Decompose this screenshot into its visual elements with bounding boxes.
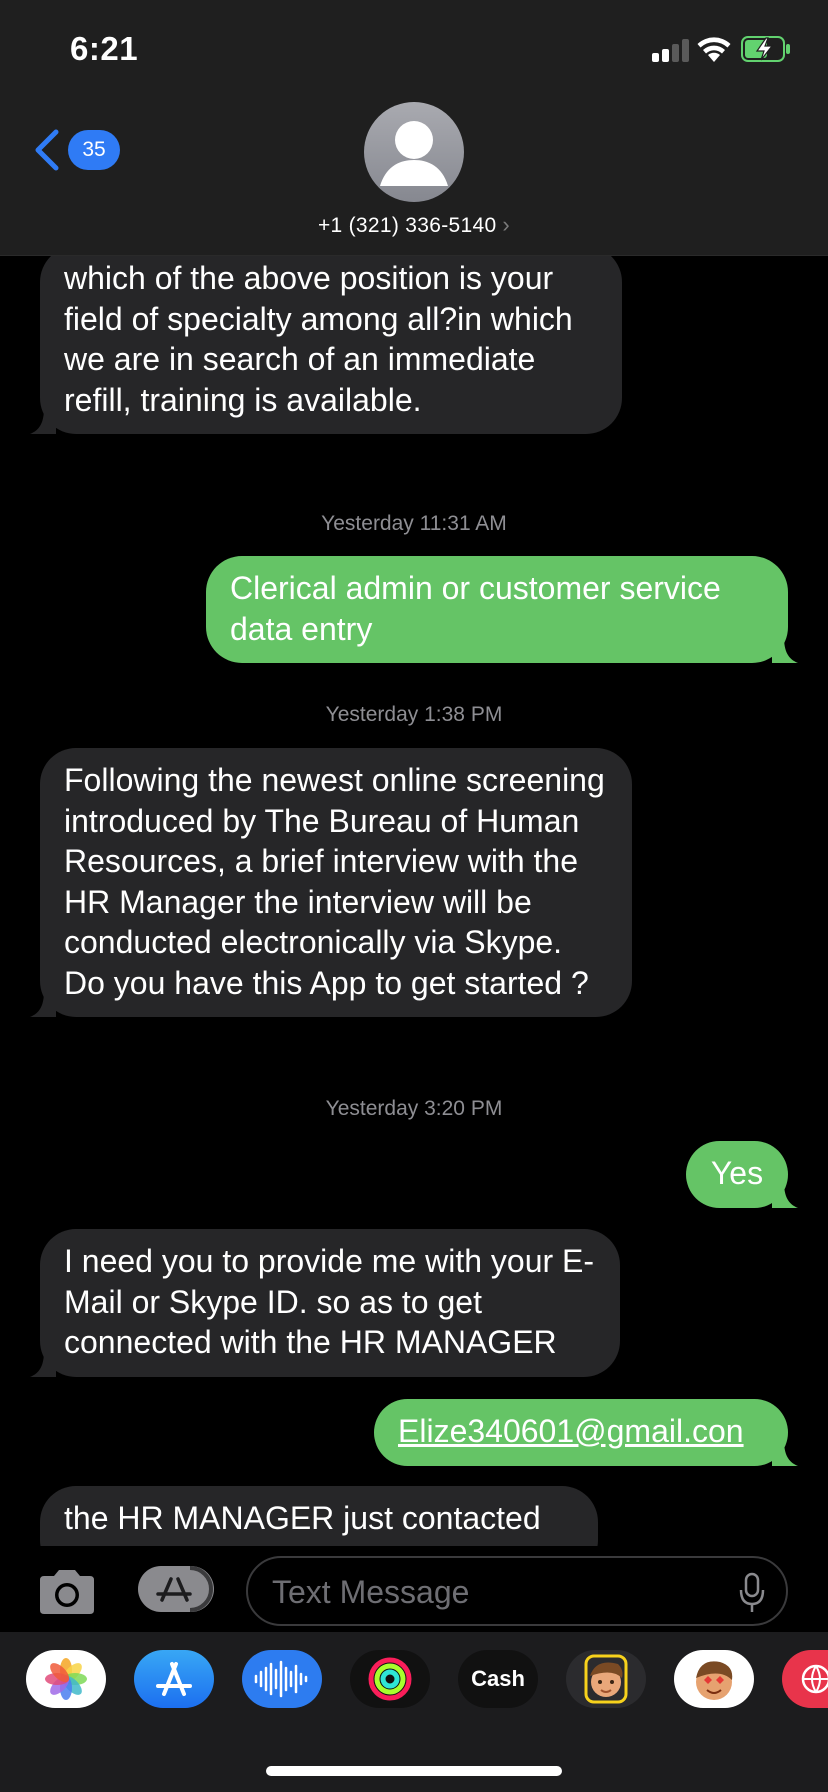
- battery-charging-icon: [741, 36, 790, 62]
- message-text: Following the newest online screening in…: [64, 762, 605, 1001]
- bubble-tail: [772, 1181, 798, 1208]
- app-store-app-icon[interactable]: [134, 1650, 214, 1708]
- contact-name-button[interactable]: +1 (321) 336-5140 ›: [0, 212, 828, 238]
- animoji-app-icon[interactable]: [674, 1650, 754, 1708]
- contact-avatar[interactable]: [364, 102, 464, 202]
- message-text: I need you to provide me with your E-Mai…: [64, 1243, 595, 1360]
- memoji-app-icon[interactable]: [566, 1650, 646, 1708]
- apple-cash-app-icon[interactable]: Cash: [458, 1650, 538, 1708]
- status-time: 6:21: [70, 30, 139, 67]
- bubble-tail: [30, 1350, 56, 1377]
- message-bubble-outgoing[interactable]: Yes: [686, 1141, 798, 1208]
- web-images-app-icon[interactable]: [782, 1650, 828, 1708]
- audio-message-app-icon[interactable]: [242, 1650, 322, 1708]
- message-bubble-outgoing[interactable]: Elize340601@gmail.con: [374, 1399, 798, 1466]
- message-bubble-outgoing[interactable]: Clerical admin or customer service data …: [206, 556, 798, 663]
- message-timestamp: Yesterday 3:20 PM: [325, 1097, 503, 1120]
- apple-cash-label: Cash: [471, 1666, 525, 1691]
- camera-icon[interactable]: [36, 1568, 98, 1616]
- message-input[interactable]: [272, 1570, 712, 1614]
- message-timestamp: Yesterday 11:31 AM: [321, 512, 507, 535]
- microphone-icon[interactable]: [738, 1572, 766, 1614]
- unread-count-badge: 35: [68, 130, 120, 170]
- back-button[interactable]: 35: [30, 124, 120, 176]
- message-bubble-incoming[interactable]: I need you to provide me with your E-Mai…: [30, 1229, 620, 1377]
- message-text: the HR MANAGER just contacted: [64, 1500, 541, 1536]
- fitness-app-icon[interactable]: [350, 1650, 430, 1708]
- imessage-app-drawer: Cash: [0, 1632, 828, 1792]
- bubble-tail: [30, 408, 56, 434]
- message-bubble-incoming[interactable]: the HR MANAGER just contacted: [40, 1486, 598, 1546]
- message-text: Yes: [710, 1155, 764, 1191]
- compose-bar: [0, 1546, 828, 1632]
- person-icon: [380, 121, 448, 186]
- message-input-field[interactable]: [246, 1556, 788, 1626]
- message-bubble-incoming[interactable]: Following the newest online screening in…: [30, 748, 632, 1017]
- wifi-icon: [697, 37, 731, 62]
- message-text: which of the above position is your fiel…: [64, 260, 573, 418]
- cellular-signal-icon: [652, 38, 692, 62]
- chevron-left-icon: [35, 129, 59, 171]
- message-bubble-incoming[interactable]: which of the above position is your fiel…: [30, 246, 622, 434]
- bubble-tail: [30, 991, 56, 1017]
- apps-button[interactable]: [138, 1566, 214, 1612]
- app-store-icon: [156, 1566, 213, 1612]
- photos-app-icon[interactable]: [26, 1650, 106, 1708]
- email-link[interactable]: Elize340601@gmail.con: [398, 1413, 744, 1449]
- bubble-tail: [772, 637, 798, 663]
- conversation-header: 6:21 35 +1 (321) 336-5140 ›: [0, 0, 828, 256]
- message-text: Clerical admin or customer service data …: [230, 570, 721, 647]
- bubble-tail: [772, 1439, 798, 1466]
- home-indicator[interactable]: [266, 1766, 562, 1776]
- message-timestamp: Yesterday 1:38 PM: [325, 703, 503, 726]
- chevron-right-icon: ›: [502, 212, 511, 237]
- contact-number: +1 (321) 336-5140: [317, 214, 497, 237]
